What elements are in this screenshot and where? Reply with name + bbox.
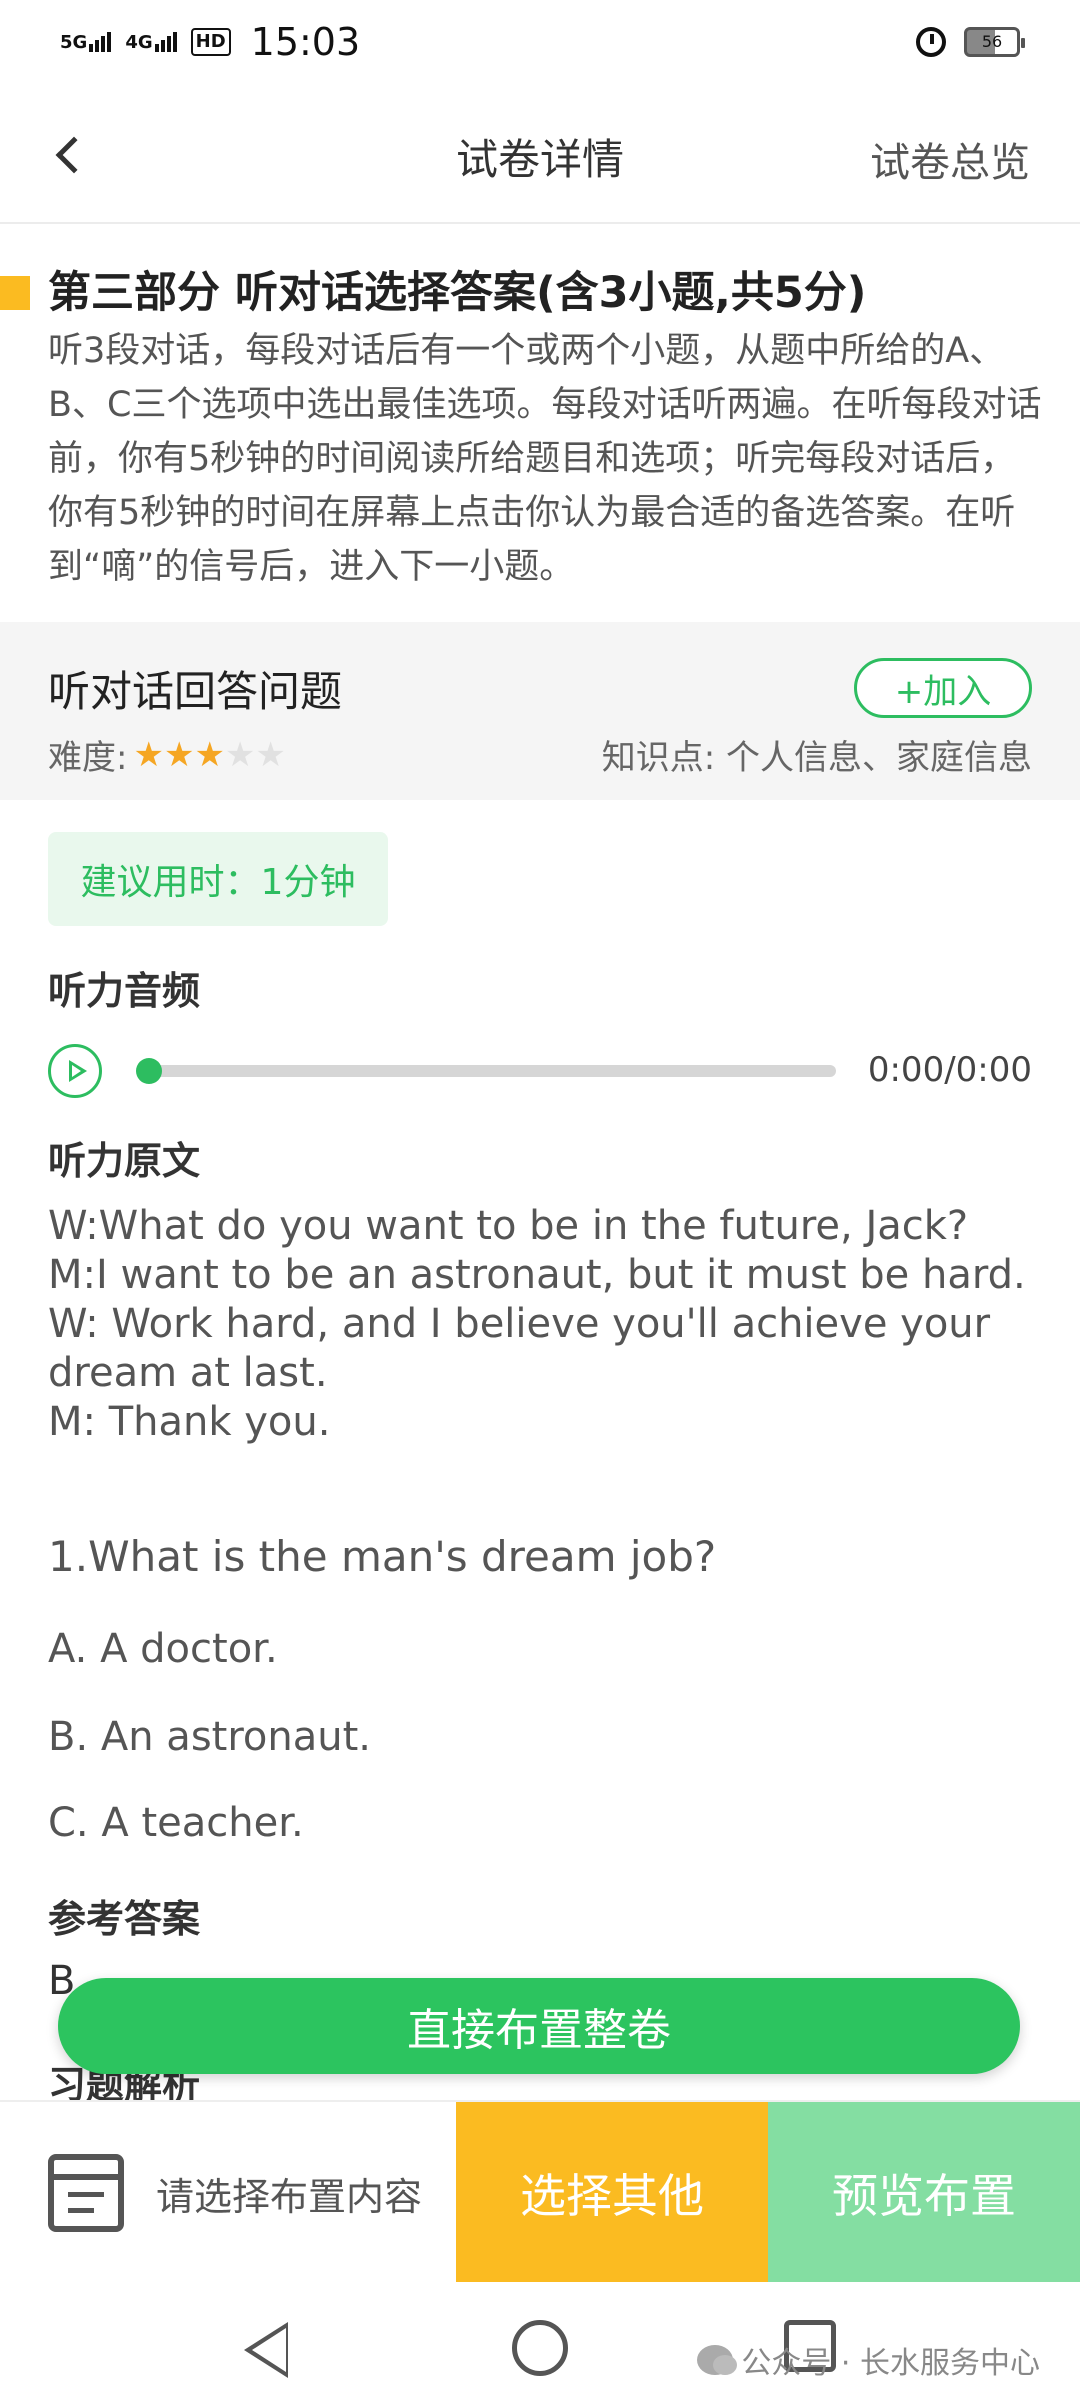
difficulty: 难度: ★ ★ ★ ★ ★: [48, 730, 286, 779]
question-header: 听对话回答问题 +加入 难度: ★ ★ ★ ★ ★ 知识点: 个人信息、家庭信息: [0, 622, 1080, 800]
document-icon: [48, 2154, 124, 2232]
assign-whole-paper-button[interactable]: 直接布置整卷: [58, 1978, 1020, 2074]
hd-voice-icon: HD: [190, 28, 231, 56]
status-bar: 5G 4G HD 15:03 56: [0, 0, 1080, 84]
audio-progress-thumb[interactable]: [136, 1058, 162, 1084]
watermark-text: 公众号 · 长水服务中心: [741, 2346, 1040, 2381]
knowledge-points: 知识点: 个人信息、家庭信息: [601, 738, 1032, 778]
add-button[interactable]: +加入: [854, 658, 1032, 718]
transcript-heading: 听力原文: [48, 1139, 201, 1183]
wechat-icon: [697, 2345, 738, 2375]
nav-back-icon[interactable]: [244, 2322, 288, 2378]
paper-overview-link[interactable]: 试卷总览: [870, 130, 1030, 188]
audio-heading: 听力音频: [48, 969, 201, 1013]
option-c: C. A teacher.: [48, 1800, 304, 1846]
network-5g-label: 5G: [60, 32, 88, 53]
preview-assign-button[interactable]: 预览布置: [768, 2102, 1080, 2284]
nav-home-icon[interactable]: [512, 2320, 568, 2376]
battery-icon: 56: [964, 27, 1025, 57]
transcript-line: M:I want to be an astronaut, but it must…: [48, 1252, 1026, 1298]
star-filled-icon: ★: [163, 734, 195, 775]
status-right: 56: [916, 27, 1025, 57]
star-filled-icon: ★: [194, 734, 225, 775]
section-description: 听3段对话，每段对话后有一个或两个小题，从题中所给的A、B、C三个选项中选出最佳…: [48, 331, 1042, 587]
star-filled-icon: ★: [133, 734, 164, 775]
signal-4g-icon: 4G: [125, 32, 177, 53]
option-b: B. An astronaut.: [48, 1714, 371, 1760]
star-empty-icon: ★: [224, 734, 256, 775]
transcript-line: M: Thank you.: [48, 1399, 331, 1445]
bottom-action-bar: 请选择布置内容 选择其他 预览布置: [0, 2100, 1080, 2284]
status-time: 15:03: [250, 20, 361, 64]
signal-5g-icon: 5G: [60, 32, 112, 53]
page-title: 试卷详情: [455, 134, 624, 184]
difficulty-stars: ★ ★ ★ ★ ★: [133, 735, 285, 775]
audio-time: 0:00/0:00: [867, 1050, 1032, 1090]
audio-player: 0:00/0:00: [48, 1040, 1032, 1102]
answer-heading: 参考答案: [48, 1897, 201, 1941]
star-empty-icon: ★: [255, 734, 286, 775]
back-button[interactable]: [44, 130, 94, 180]
section-marker: [0, 276, 30, 310]
status-left: 5G 4G HD 15:03: [60, 20, 360, 64]
question-text: 1.What is the man's dream job?: [48, 1532, 717, 1581]
app-header: 试卷详情 试卷总览: [0, 90, 1080, 224]
system-nav-bar: 公众号 · 长水服务中心: [0, 2282, 1080, 2408]
transcript-text: W:What do you want to be in the future, …: [48, 1202, 1048, 1447]
transcript-line: W:What do you want to be in the future, …: [48, 1203, 969, 1249]
selection-summary[interactable]: 请选择布置内容: [0, 2102, 456, 2284]
chevron-left-icon: [55, 136, 93, 174]
alarm-icon: [916, 27, 946, 57]
network-4g-label: 4G: [125, 32, 153, 53]
difficulty-label: 难度:: [48, 738, 128, 778]
audio-progress-track[interactable]: [144, 1065, 836, 1077]
play-icon[interactable]: [48, 1044, 102, 1098]
transcript-line: W: Work hard, and I believe you'll achie…: [48, 1301, 991, 1396]
watermark: 公众号 · 长水服务中心: [697, 2338, 1040, 2382]
section-title: 第三部分 听对话选择答案(含3小题,共5分): [48, 268, 867, 318]
selection-hint: 请选择布置内容: [156, 2174, 423, 2219]
select-other-button[interactable]: 选择其他: [456, 2102, 768, 2284]
suggested-time-badge: 建议用时：1分钟: [48, 832, 388, 926]
question-type-title: 听对话回答问题: [48, 667, 343, 716]
option-a: A. A doctor.: [48, 1626, 278, 1672]
